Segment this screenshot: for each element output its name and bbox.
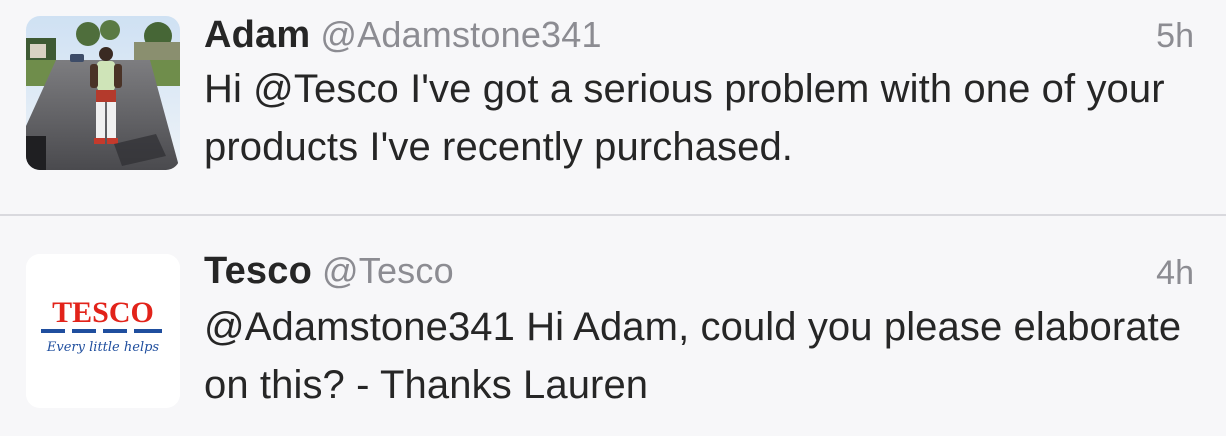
tweet[interactable]: TESCO Every little helps Tesco @Tesco 4h … — [0, 216, 1226, 436]
avatar[interactable] — [26, 16, 180, 170]
tweet-timeline: Adam @Adamstone341 5h Hi @Tesco I've got … — [0, 0, 1226, 436]
tweet-timestamp: 4h — [1156, 254, 1194, 292]
tesco-logo: TESCO Every little helps — [26, 254, 180, 408]
author-name[interactable]: Tesco — [204, 250, 312, 292]
tweet[interactable]: Adam @Adamstone341 5h Hi @Tesco I've got … — [0, 0, 1226, 215]
avatar[interactable]: TESCO Every little helps — [26, 254, 180, 408]
tweet-timestamp: 5h — [1156, 17, 1194, 55]
tweet-text: @Adamstone341 Hi Adam, could you please … — [204, 305, 1182, 407]
author-handle[interactable]: @Tesco — [322, 250, 454, 291]
tesco-tagline: Every little helps — [46, 340, 160, 355]
author-handle[interactable]: @Adamstone341 — [320, 14, 601, 55]
tweet-author[interactable]: Tesco @Tesco — [204, 250, 454, 293]
tweet-text: Hi @Tesco I've got a serious problem wit… — [204, 67, 1165, 169]
author-name[interactable]: Adam — [204, 14, 310, 56]
tesco-wordmark: TESCO — [52, 296, 154, 329]
tweet-author[interactable]: Adam @Adamstone341 — [204, 14, 602, 57]
avatar-photo — [26, 16, 180, 170]
